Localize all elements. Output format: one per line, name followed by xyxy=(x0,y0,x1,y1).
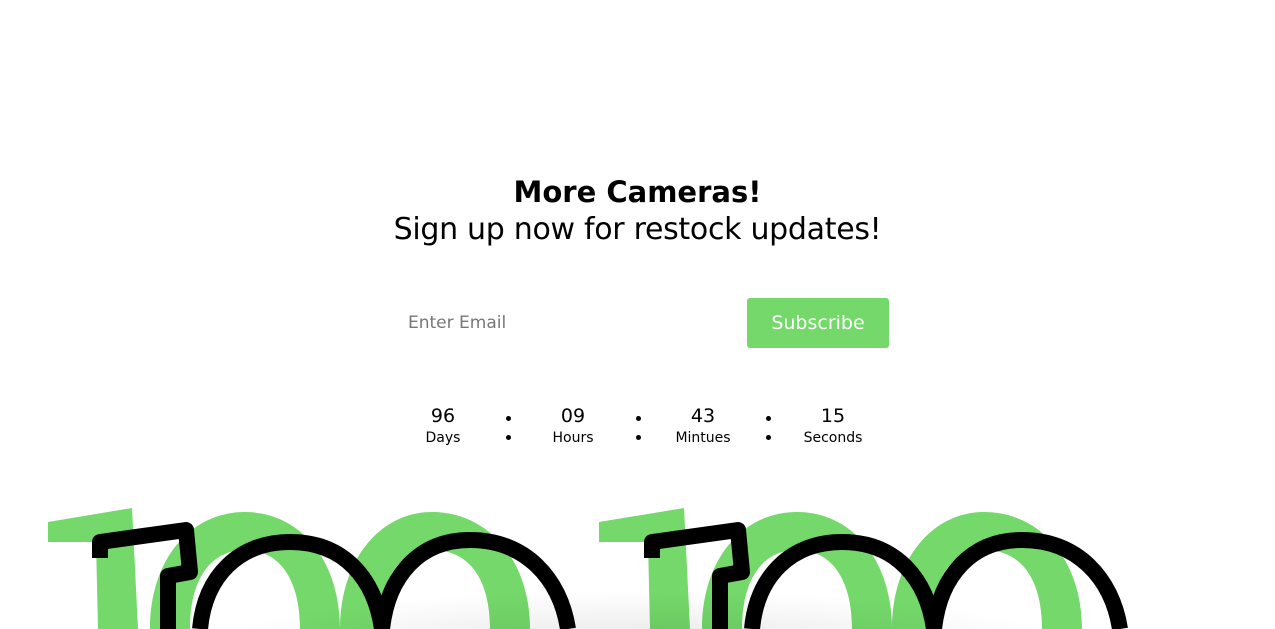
days-value: 96 xyxy=(430,405,456,427)
green-100-shape xyxy=(48,508,530,629)
countdown-separator xyxy=(766,416,772,442)
minutes-label: Mintues xyxy=(675,430,731,446)
days-label: Days xyxy=(425,430,461,446)
seconds-value: 15 xyxy=(820,405,846,427)
countdown-seconds: 15 Seconds xyxy=(778,404,888,448)
seconds-label: Seconds xyxy=(803,430,863,446)
countdown-separator xyxy=(636,416,642,442)
page: More Cameras! Sign up now for restock up… xyxy=(0,0,1275,629)
subscribe-button[interactable]: Subscribe xyxy=(747,298,889,348)
countdown-minutes: 43 Mintues xyxy=(648,404,758,448)
separator-dot xyxy=(506,435,511,440)
countdown-separator xyxy=(506,416,512,442)
hours-value: 09 xyxy=(560,405,586,427)
minutes-value: 43 xyxy=(690,405,716,427)
separator-dot xyxy=(766,416,771,421)
countdown-timer: 96 Days 09 Hours 43 Mintues 15 Seconds xyxy=(0,404,1275,454)
hours-label: Hours xyxy=(552,430,594,446)
green-100-shape xyxy=(599,508,1082,629)
number-100-graphic xyxy=(48,508,1128,629)
hero-subtitle: Sign up now for restock updates! xyxy=(393,212,882,247)
hero-title: More Cameras! xyxy=(513,175,762,209)
separator-dot xyxy=(636,435,641,440)
countdown-hours: 09 Hours xyxy=(518,404,628,448)
hero-heading: More Cameras! Sign up now for restock up… xyxy=(0,173,1275,249)
email-input[interactable] xyxy=(393,298,733,348)
signup-form: Subscribe xyxy=(393,298,889,348)
separator-dot xyxy=(766,435,771,440)
countdown-days: 96 Days xyxy=(388,404,498,448)
separator-dot xyxy=(506,416,511,421)
separator-dot xyxy=(636,416,641,421)
